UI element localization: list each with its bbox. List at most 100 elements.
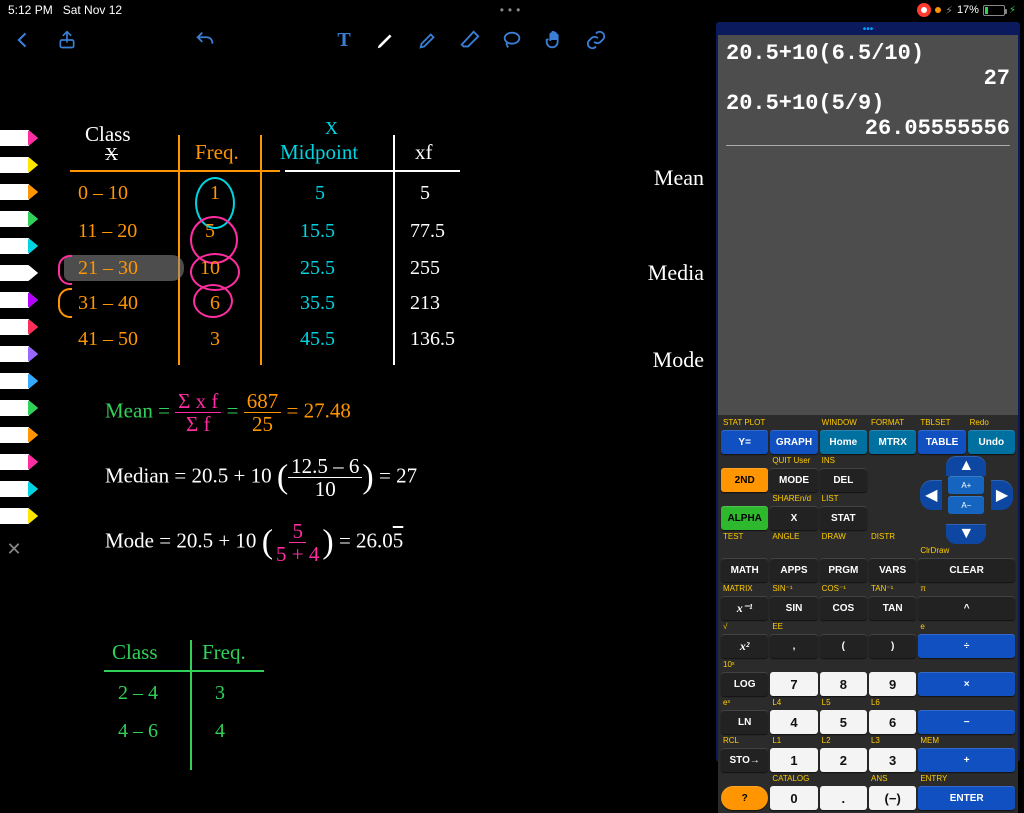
calc-key-4[interactable]: 4 xyxy=(770,710,817,734)
calc-key-enter[interactable]: ENTER xyxy=(918,786,1015,810)
pen-tool[interactable] xyxy=(374,28,398,52)
table-line xyxy=(260,135,262,365)
calc-arrow-right[interactable]: ▶ xyxy=(991,480,1013,510)
status-bar: 5:12 PM Sat Nov 12 ••• ⚡︎ 17% ⚡︎ xyxy=(0,0,1024,20)
calc-key-xsq[interactable]: x² xyxy=(721,634,768,658)
calc-key-3[interactable]: 3 xyxy=(869,748,916,772)
calc-display[interactable]: 20.5+10(6.5/10) 27 20.5+10(5/9) 26.05555… xyxy=(718,35,1018,415)
calc-line: 26.05555556 xyxy=(726,116,1010,141)
calc-key-mtrx[interactable]: MTRX xyxy=(869,430,916,454)
calculator-panel: ••• 20.5+10(6.5/10) 27 20.5+10(5/9) 26.0… xyxy=(716,22,1020,762)
cell: 0 – 10 xyxy=(78,182,128,205)
calc-key-stat[interactable]: STAT xyxy=(820,506,867,530)
calc-key-neg[interactable]: (−) xyxy=(869,786,916,810)
calc-aminus[interactable]: A− xyxy=(948,496,984,514)
calc-key-x[interactable]: X xyxy=(770,506,817,530)
cell: 255 xyxy=(410,257,440,280)
table-header: Midpoint xyxy=(280,140,358,165)
calc-arrow-up[interactable]: ▲ xyxy=(946,456,986,476)
calc-key-sin[interactable]: SIN xyxy=(770,596,817,620)
calc-key-prgm[interactable]: PRGM xyxy=(820,558,867,582)
calc-key-home[interactable]: Home xyxy=(820,430,867,454)
battery-pct: 17% xyxy=(957,4,979,16)
calc-key-math[interactable]: MATH xyxy=(721,558,768,582)
cell: 3 xyxy=(215,682,225,705)
calc-key-rparen[interactable]: ) xyxy=(869,634,916,658)
calc-key-9[interactable]: 9 xyxy=(869,672,916,696)
calc-line: 20.5+10(5/9) xyxy=(726,91,1010,116)
calc-title-bar[interactable]: ••• xyxy=(718,24,1018,35)
cell: 4 – 6 xyxy=(118,720,158,743)
calc-key-6[interactable]: 6 xyxy=(869,710,916,734)
lasso-tool[interactable] xyxy=(500,28,524,52)
cell: 2 – 4 xyxy=(118,682,158,705)
calc-key-clear[interactable]: CLEAR xyxy=(918,558,1015,582)
calc-key-add[interactable]: + xyxy=(918,748,1015,772)
calc-key-yeq[interactable]: Y= xyxy=(721,430,768,454)
table-line xyxy=(178,135,180,365)
calc-key-1[interactable]: 1 xyxy=(770,748,817,772)
table-line xyxy=(70,170,280,172)
calc-key-alpha[interactable]: ALPHA xyxy=(721,506,768,530)
calc-key-apps[interactable]: APPS xyxy=(770,558,817,582)
back-button[interactable] xyxy=(12,29,34,51)
calc-key-vars[interactable]: VARS xyxy=(869,558,916,582)
table-header: X xyxy=(325,118,338,139)
calc-key-2nd[interactable]: 2ND xyxy=(721,468,768,492)
calc-key-xinv[interactable]: x⁻¹ xyxy=(721,596,768,620)
calc-aplus[interactable]: A+ xyxy=(948,476,984,494)
cell: 45.5 xyxy=(300,328,335,351)
cell: 10 xyxy=(200,257,220,280)
calc-key-tan[interactable]: TAN xyxy=(869,596,916,620)
calc-key-7[interactable]: 7 xyxy=(770,672,817,696)
eraser-tool[interactable] xyxy=(458,28,482,52)
side-label: Media xyxy=(648,260,704,286)
text-tool[interactable]: T xyxy=(332,28,356,52)
calc-key-sub[interactable]: − xyxy=(918,710,1015,734)
table-line xyxy=(285,170,460,172)
calc-key-lparen[interactable]: ( xyxy=(820,634,867,658)
share-button[interactable] xyxy=(56,29,78,51)
calc-key-div[interactable]: ÷ xyxy=(918,634,1015,658)
calc-key-del[interactable]: DEL xyxy=(820,468,867,492)
calc-arrow-down[interactable]: ▼ xyxy=(946,524,986,544)
highlighter-tool[interactable] xyxy=(416,28,440,52)
calc-key-mul[interactable]: × xyxy=(918,672,1015,696)
calc-key-undo[interactable]: Undo xyxy=(968,430,1015,454)
hand-tool[interactable] xyxy=(542,28,566,52)
calc-arrowpad: ▲ ◀ ▶ ▼ A+ A− xyxy=(918,456,1015,544)
mode-line: Mode = 20.5 + 10 (55 + 4) = 26.05 xyxy=(105,520,403,565)
calc-key-5[interactable]: 5 xyxy=(820,710,867,734)
calc-key-0[interactable]: 0 xyxy=(770,786,817,810)
calc-key-help[interactable]: ? xyxy=(721,786,768,810)
charging-icon: ⚡︎ xyxy=(1009,5,1016,16)
calc-key-8[interactable]: 8 xyxy=(820,672,867,696)
canvas[interactable]: Class X Freq. X Midpoint xf 0 – 10 1 5 5… xyxy=(0,60,714,768)
undo-button[interactable] xyxy=(194,29,216,51)
table-line xyxy=(104,670,264,672)
cell: 15.5 xyxy=(300,220,335,243)
calc-key-2[interactable]: 2 xyxy=(820,748,867,772)
table-line xyxy=(190,640,192,770)
calc-arrow-left[interactable]: ◀ xyxy=(920,480,942,510)
calc-key-graph[interactable]: GRAPH xyxy=(770,430,817,454)
calc-key-log[interactable]: LOG xyxy=(721,672,768,696)
link-tool[interactable] xyxy=(584,28,608,52)
calc-key-table[interactable]: TABLE xyxy=(918,430,965,454)
cell: 25.5 xyxy=(300,257,335,280)
table-header: xf xyxy=(415,140,433,165)
table-header: Freq. xyxy=(195,140,239,165)
recording-indicator[interactable] xyxy=(917,3,931,17)
multitasking-dots[interactable]: ••• xyxy=(500,3,525,17)
calc-key-dot[interactable]: . xyxy=(820,786,867,810)
brace xyxy=(58,288,72,318)
calc-key-pow[interactable]: ^ xyxy=(918,596,1015,620)
calc-line: 20.5+10(6.5/10) xyxy=(726,41,1010,66)
calc-key-ln[interactable]: LN xyxy=(721,710,768,734)
calc-key-sto[interactable]: STO→ xyxy=(721,748,768,772)
calc-key-cos[interactable]: COS xyxy=(820,596,867,620)
status-date: Sat Nov 12 xyxy=(63,3,122,17)
calc-key-comma[interactable]: , xyxy=(770,634,817,658)
calc-key-mode[interactable]: MODE xyxy=(770,468,817,492)
cell: 11 – 20 xyxy=(78,220,137,243)
